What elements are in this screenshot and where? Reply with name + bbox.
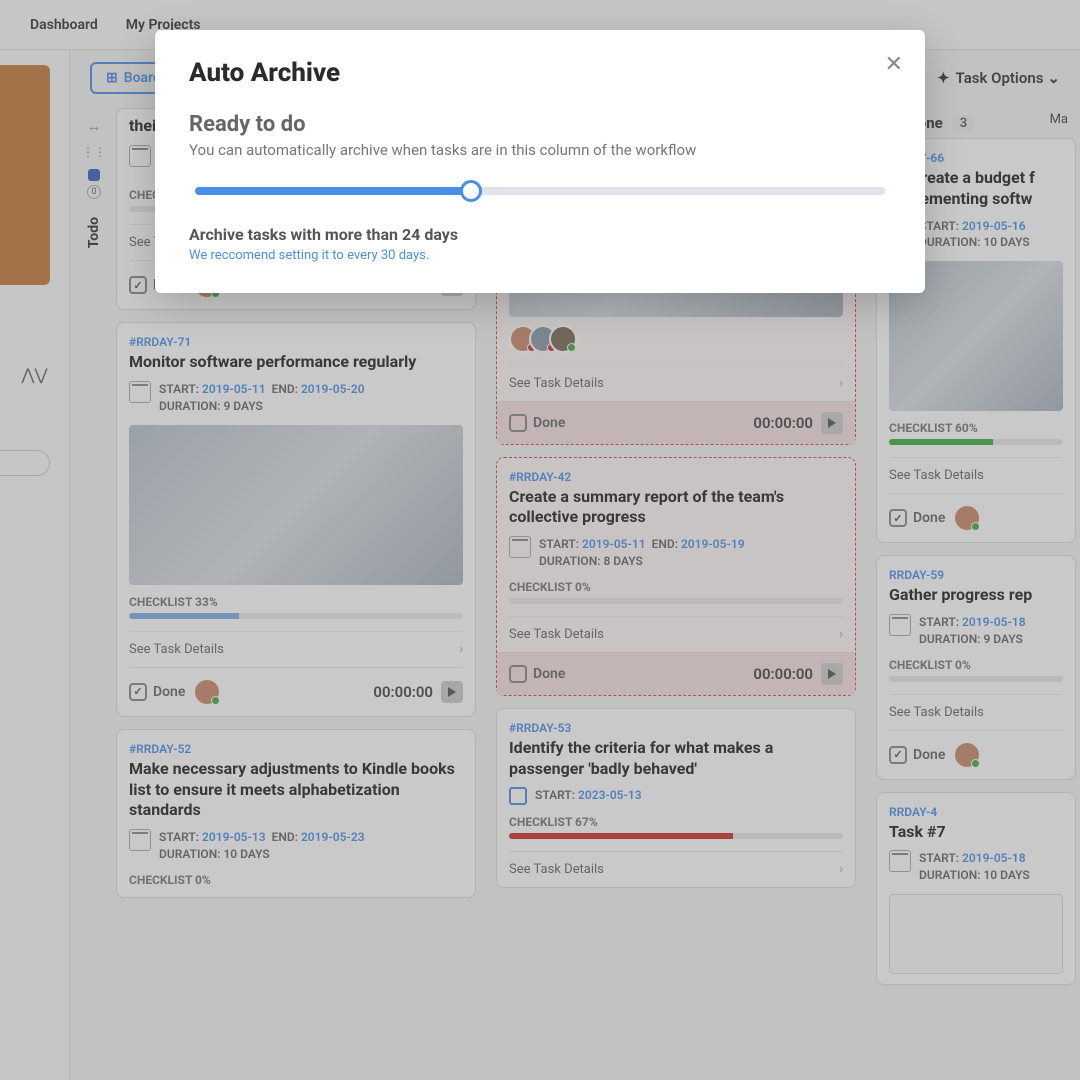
modal-title: Auto Archive	[189, 58, 891, 88]
modal-subtitle: You can automatically archive when tasks…	[189, 141, 891, 159]
close-icon[interactable]: ✕	[885, 52, 903, 77]
archive-recommend: We reccomend setting it to every 30 days…	[189, 248, 891, 263]
modal-heading: Ready to do	[189, 112, 891, 137]
archive-slider[interactable]	[195, 187, 885, 195]
archive-summary: Archive tasks with more than 24 days	[189, 225, 891, 244]
auto-archive-modal: ✕ Auto Archive Ready to do You can autom…	[155, 30, 925, 293]
slider-fill	[195, 187, 471, 195]
slider-thumb[interactable]	[460, 180, 482, 202]
